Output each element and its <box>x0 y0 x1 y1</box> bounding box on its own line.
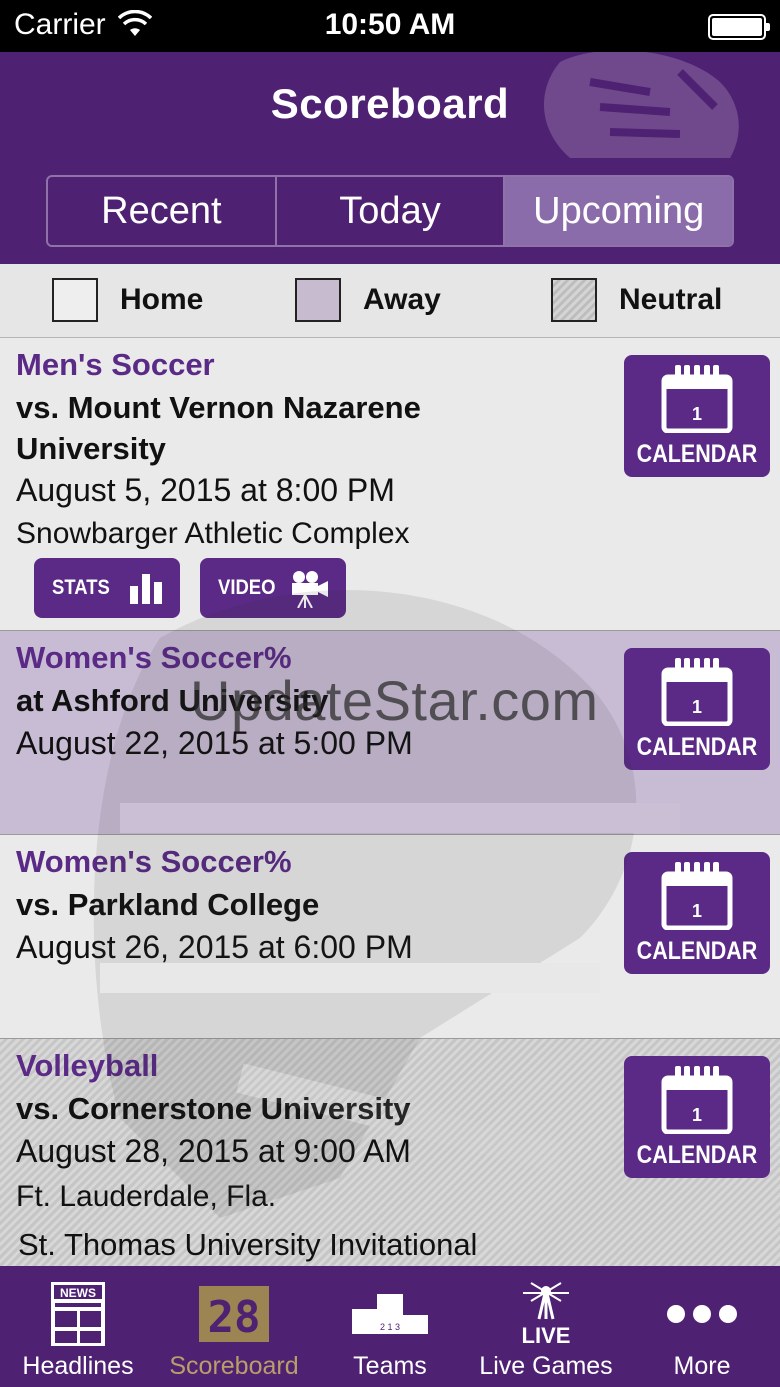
tab-more[interactable]: More <box>624 1266 780 1387</box>
legend-away: Away <box>295 278 441 322</box>
location-legend: Home Away Neutral <box>0 264 780 338</box>
game-opponent: at Ashford University <box>16 683 329 718</box>
segment-recent[interactable]: Recent <box>48 177 277 245</box>
add-to-calendar-button[interactable]: 1 CALENDAR <box>624 852 770 974</box>
calendar-icon: 1 <box>661 658 733 726</box>
tab-headlines[interactable]: NEWS Headlines <box>0 1266 156 1387</box>
tab-bar: NEWS Headlines 28 Scoreboard 2 1 3 Teams… <box>0 1266 780 1387</box>
video-button-label: VIDEO <box>218 576 276 599</box>
podium-icon-text: 2 1 3 <box>380 1322 400 1332</box>
tab-more-label: More <box>673 1352 731 1380</box>
scoreboard-icon: 28 <box>199 1286 269 1342</box>
legend-home: Home <box>52 278 203 322</box>
live-icon-text: LIVE <box>522 1323 571 1348</box>
neutral-swatch <box>551 278 597 322</box>
game-datetime: August 28, 2015 at 9:00 AM <box>16 1133 411 1169</box>
live-broadcast-icon: LIVE <box>522 1282 571 1348</box>
legend-away-label: Away <box>363 283 441 316</box>
game-sport: Volleyball <box>16 1048 159 1083</box>
add-to-calendar-button[interactable]: 1 CALENDAR <box>624 355 770 477</box>
game-list[interactable]: Men's Soccer vs. Mount Vernon Nazarene U… <box>0 338 780 1266</box>
game-opponent: vs. Mount Vernon Nazarene University <box>16 390 421 466</box>
game-opponent: vs. Cornerstone University <box>16 1091 411 1126</box>
game-opponent: vs. Parkland College <box>16 887 320 922</box>
tab-teams-label: Teams <box>353 1352 427 1380</box>
calendar-day: 1 <box>692 697 702 717</box>
game-row[interactable]: Women's Soccer% at Ashford University Au… <box>0 631 780 835</box>
stats-button[interactable]: STATS <box>34 558 180 618</box>
video-camera-icon <box>292 571 328 608</box>
calendar-label: CALENDAR <box>636 440 758 468</box>
game-row[interactable]: Men's Soccer vs. Mount Vernon Nazarene U… <box>0 338 780 631</box>
schedule-segmented-control: Recent Today Upcoming <box>46 175 734 247</box>
calendar-day: 1 <box>692 901 702 921</box>
game-row[interactable]: Women's Soccer% vs. Parkland College Aug… <box>0 835 780 1039</box>
more-dots-icon <box>667 1305 737 1323</box>
scoreboard-icon-text: 28 <box>208 1292 261 1342</box>
legend-neutral: Neutral <box>551 278 722 322</box>
calendar-day: 1 <box>692 1105 702 1125</box>
tab-live-games-label: Live Games <box>479 1352 613 1380</box>
legend-neutral-label: Neutral <box>619 283 723 316</box>
calendar-label: CALENDAR <box>636 1141 758 1169</box>
podium-icon: 2 1 3 <box>352 1294 428 1334</box>
segment-bar: Recent Today Upcoming <box>0 158 780 264</box>
game-datetime: August 22, 2015 at 5:00 PM <box>16 725 413 761</box>
calendar-day: 1 <box>692 404 702 424</box>
page-title: Scoreboard <box>270 80 510 127</box>
game-note: St. Thomas University Invitational <box>18 1227 478 1262</box>
calendar-icon: 1 <box>661 365 733 433</box>
calendar-icon: 1 <box>661 1066 733 1134</box>
calendar-label: CALENDAR <box>636 733 758 761</box>
stats-button-label: STATS <box>52 576 110 599</box>
legend-home-label: Home <box>120 283 204 316</box>
clock: 10:50 AM <box>324 8 456 41</box>
add-to-calendar-button[interactable]: 1 CALENDAR <box>624 1056 770 1178</box>
bar-chart-icon <box>130 574 162 604</box>
game-datetime: August 26, 2015 at 6:00 PM <box>16 929 413 965</box>
calendar-label: CALENDAR <box>636 937 758 965</box>
away-swatch <box>295 278 341 322</box>
game-sport: Women's Soccer% <box>16 640 292 675</box>
game-location: Snowbarger Athletic Complex <box>16 517 410 550</box>
newspaper-icon: NEWS <box>51 1282 105 1346</box>
tab-headlines-label: Headlines <box>22 1352 134 1380</box>
segment-today[interactable]: Today <box>277 177 506 245</box>
tab-scoreboard-label: Scoreboard <box>169 1352 299 1380</box>
calendar-icon: 1 <box>661 862 733 930</box>
add-to-calendar-button[interactable]: 1 CALENDAR <box>624 648 770 770</box>
game-sport: Men's Soccer <box>16 347 215 382</box>
status-bar: Carrier 10:50 AM <box>0 0 780 52</box>
newspaper-icon-text: NEWS <box>60 1286 96 1300</box>
game-row[interactable]: Volleyball vs. Cornerstone University Au… <box>0 1039 780 1266</box>
game-sport: Women's Soccer% <box>16 844 292 879</box>
battery-icon <box>708 14 770 40</box>
video-button[interactable]: VIDEO <box>200 558 346 618</box>
game-datetime: August 5, 2015 at 8:00 PM <box>16 472 395 508</box>
home-swatch <box>52 278 98 322</box>
tab-live-games[interactable]: LIVE Live Games <box>468 1266 624 1387</box>
nav-header: Scoreboard <box>0 52 780 158</box>
segment-upcoming[interactable]: Upcoming <box>505 177 732 245</box>
tab-teams[interactable]: 2 1 3 Teams <box>312 1266 468 1387</box>
tab-scoreboard[interactable]: 28 Scoreboard <box>156 1266 312 1387</box>
game-location: Ft. Lauderdale, Fla. <box>16 1180 277 1213</box>
